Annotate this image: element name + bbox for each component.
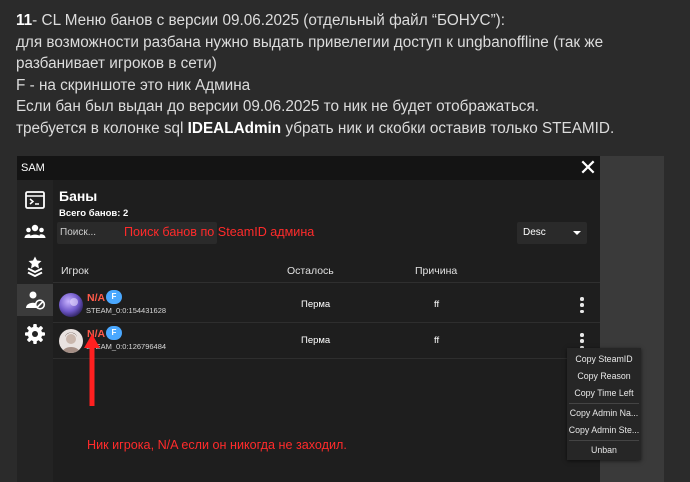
sql-column-name: IDEALAdmin [187,119,282,137]
sort-select-value: Desc [523,227,546,238]
close-icon[interactable]: ✕ [578,157,598,179]
sam-window: SAM ✕ Баны Всего банов: 2 Поиск... Поиск… [17,156,600,482]
title-bar: SAM ✕ [17,156,600,180]
menu-copy-time-left[interactable]: Copy Time Left [567,385,641,401]
post-text: 11- CL Меню банов с версии 09.06.2025 (о… [16,10,681,140]
avatar [59,329,83,353]
total-bans-count: Всего банов: 2 [59,208,129,219]
menu-copy-admin-steamid[interactable]: Copy Admin Ste... [567,422,641,438]
more-options-icon[interactable] [577,295,587,315]
admin-badge: F [106,326,122,340]
player-steamid: STEAM_0:0:154431628 [86,306,167,315]
post-heading: - CL Меню банов с версии 09.06.2025 (отд… [32,12,506,29]
user-ban-icon [26,291,46,310]
post-line-1: 11- CL Меню банов с версии 09.06.2025 (о… [16,10,681,32]
sidebar-item-bans[interactable] [17,284,53,316]
avatar [59,293,83,317]
column-reason: Причина [415,265,458,277]
sidebar-item-ranks[interactable] [17,250,53,282]
users-icon [24,224,46,238]
column-player: Игрок [61,265,89,277]
column-remaining: Осталось [287,265,334,277]
terminal-icon [25,191,45,209]
search-annotation: Поиск банов по SteamID админа [124,225,315,239]
sidebar-item-commands[interactable] [17,184,53,216]
menu-divider [569,440,639,441]
post-line-5: требуется в колонке sql IDEALAdmin убрат… [16,118,681,140]
gear-icon [25,324,45,344]
chevron-down-icon [573,231,581,235]
post-line-4: Если бан был выдан до версии 09.06.2025 … [16,98,539,116]
sidebar-item-players[interactable] [17,216,53,248]
menu-copy-steamid[interactable]: Copy SteamID [567,351,641,367]
post-line-3: F - на скриншоте это ник Админа [16,76,251,94]
table-row[interactable]: N/A F STEAM_0:0:126796484 Перма ff [53,323,600,359]
menu-divider [569,403,639,404]
menu-copy-reason[interactable]: Copy Reason [567,368,641,384]
menu-copy-admin-name[interactable]: Copy Admin Na... [567,405,641,421]
page-title: Баны [59,188,98,204]
admin-badge: F [106,290,122,304]
table-header: Игрок Осталось Причина [53,262,600,280]
sort-select[interactable]: Desc [517,222,587,244]
post-line-2: для возможности разбана нужно выдать при… [16,33,604,73]
sidebar-item-settings[interactable] [17,318,53,350]
context-menu: Copy SteamID Copy Reason Copy Time Left … [567,348,641,460]
remaining-cell: Перма [301,335,331,346]
bans-panel: Баны Всего банов: 2 Поиск... Поиск банов… [53,180,600,482]
nick-annotation: Ник игрока, N/A если он никогда не заход… [87,438,347,452]
menu-unban[interactable]: Unban [567,442,641,458]
window-title: SAM [21,162,45,174]
header-divider [53,282,600,283]
table-row[interactable]: N/A F STEAM_0:0:154431628 Перма ff [53,287,600,323]
annotation-arrow-icon [84,334,100,406]
reason-cell: ff [434,299,440,310]
player-nick: N/A [87,292,106,304]
post-number: 11 [16,12,33,29]
post-line-5-end: убрать ник и скобки оставив только STEAM… [281,119,615,137]
remaining-cell: Перма [301,299,331,310]
sidebar [17,180,53,482]
rank-badge-icon [27,256,43,277]
reason-cell: ff [434,335,440,346]
post-line-5-start: требуется в колонке sql [16,119,188,137]
embedded-screenshot: SAM ✕ Баны Всего банов: 2 Поиск... Поиск… [17,156,664,482]
